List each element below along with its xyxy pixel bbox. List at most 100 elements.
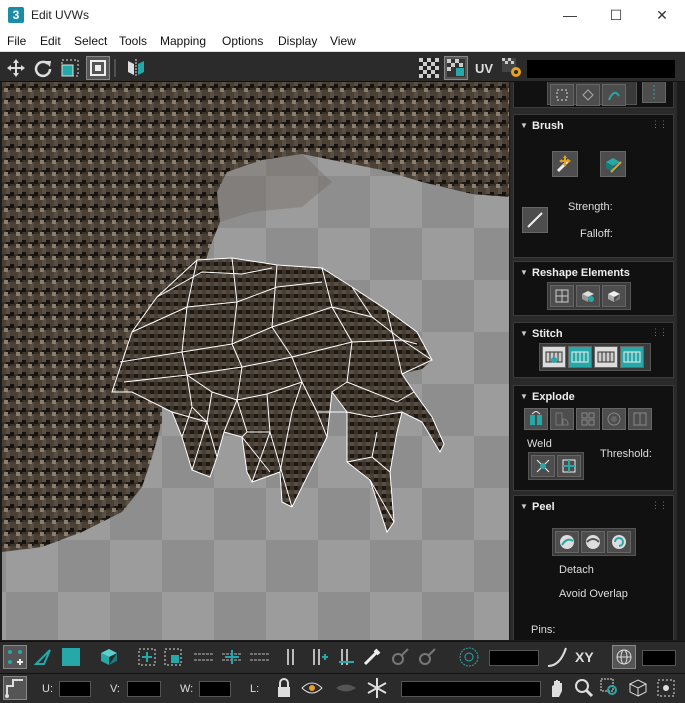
w-label: W: [180, 683, 194, 695]
minimize-button[interactable]: — [547, 0, 593, 30]
loop-grow-icon[interactable] [220, 645, 244, 669]
grip-icon[interactable]: ⋮⋮ [651, 500, 668, 511]
mirror-icon[interactable] [124, 56, 148, 80]
stitch-average-icon[interactable] [594, 346, 618, 368]
weld-all-icon[interactable] [557, 455, 581, 477]
loop-shrink-icon[interactable] [248, 645, 272, 669]
brush-line-icon[interactable] [522, 207, 548, 233]
rotate-icon[interactable] [31, 56, 55, 80]
scale-icon[interactable] [58, 56, 82, 80]
pan-icon[interactable] [545, 676, 569, 700]
zoom-icon[interactable] [572, 676, 596, 700]
edge-mode-icon[interactable] [31, 645, 55, 669]
vertical-dots-icon[interactable] [642, 82, 666, 103]
break-icon[interactable] [628, 408, 652, 430]
uv-viewport[interactable] [2, 82, 509, 640]
menu-tools[interactable]: Tools [119, 34, 147, 48]
u-label: U: [42, 683, 53, 695]
grip-icon[interactable]: ⋮⋮ [651, 327, 668, 338]
element-mode-icon[interactable] [97, 645, 121, 669]
ring-grow-icon[interactable] [306, 645, 330, 669]
stitch-custom-icon[interactable] [542, 346, 566, 368]
ring-icon[interactable] [278, 645, 302, 669]
polygon-mode-icon[interactable] [59, 645, 83, 669]
peel-button-group [552, 528, 636, 556]
explode-title: Explode [532, 391, 575, 403]
collapse-triangle-icon[interactable]: ▼ [520, 392, 528, 401]
loop-icon[interactable] [192, 645, 216, 669]
panel-scrollbar[interactable] [677, 82, 685, 640]
move-icon[interactable] [4, 56, 28, 80]
collapse-triangle-icon[interactable]: ▼ [520, 268, 528, 277]
checker-icon[interactable] [417, 56, 441, 80]
soft-selection-icon[interactable] [457, 645, 481, 669]
rollout-reshape: ▼ Reshape Elements [513, 261, 674, 316]
collapse-triangle-icon[interactable]: ▼ [520, 121, 528, 130]
quick-peel-icon[interactable] [555, 531, 579, 553]
straighten-icon[interactable] [550, 285, 574, 307]
vertex-mode-icon[interactable] [3, 645, 27, 669]
menu-options[interactable]: Options [222, 34, 263, 48]
settings-icon[interactable] [500, 56, 524, 80]
soft-selection-field[interactable] [489, 650, 539, 666]
select-icon[interactable] [550, 84, 574, 106]
shrink-selection-icon[interactable] [161, 645, 185, 669]
falloff-label: Falloff: [580, 228, 613, 240]
relax-icon[interactable] [576, 285, 600, 307]
freeform-icon[interactable] [86, 56, 110, 80]
peel-reset-icon[interactable] [607, 531, 631, 553]
xy-label[interactable]: XY [575, 649, 594, 665]
rollout-top-partial [513, 82, 674, 108]
collapse-triangle-icon[interactable]: ▼ [520, 329, 528, 338]
menu-view[interactable]: View [330, 34, 356, 48]
menu-select[interactable]: Select [74, 34, 107, 48]
explode-by-material-icon[interactable] [550, 408, 574, 430]
peel-mode-icon[interactable] [581, 531, 605, 553]
paint-select-grow-icon[interactable] [388, 645, 412, 669]
grip-icon[interactable]: ⋮⋮ [651, 119, 668, 130]
falloff-field[interactable] [642, 650, 676, 666]
freeze-icon[interactable] [365, 676, 389, 700]
u-field[interactable] [59, 681, 91, 697]
filter-field[interactable] [401, 681, 541, 697]
maximize-button[interactable]: ☐ [593, 0, 639, 30]
paint-select-icon[interactable] [360, 645, 384, 669]
v-field[interactable] [127, 681, 161, 697]
menu-file[interactable]: File [7, 34, 26, 48]
paint-move-icon[interactable] [552, 151, 578, 177]
lock-icon[interactable] [272, 676, 296, 700]
stitch-to-target-icon[interactable] [568, 346, 592, 368]
checker-map-icon[interactable] [444, 56, 468, 80]
paint-select-shrink-icon[interactable] [415, 645, 439, 669]
explode-by-smoothing-icon[interactable] [524, 408, 548, 430]
explode-to-grid-icon[interactable] [576, 408, 600, 430]
uv-label[interactable]: UV [472, 56, 496, 80]
flatten-icon[interactable] [602, 408, 626, 430]
weld-selected-icon[interactable] [531, 455, 555, 477]
ring-shrink-icon[interactable] [334, 645, 358, 669]
menu-display[interactable]: Display [278, 34, 317, 48]
pattern-icon[interactable] [576, 84, 600, 106]
hide-icon[interactable] [300, 676, 324, 700]
falloff-curve-icon[interactable] [545, 645, 569, 669]
falloff-space-icon[interactable] [612, 645, 636, 669]
close-button[interactable]: ✕ [639, 0, 685, 30]
zoom-selected-icon[interactable] [654, 676, 678, 700]
zoom-region-icon[interactable] [598, 676, 622, 700]
unfold-icon[interactable] [602, 285, 626, 307]
w-field[interactable] [199, 681, 231, 697]
paint-relax-icon[interactable] [600, 151, 626, 177]
menu-mapping[interactable]: Mapping [160, 34, 206, 48]
eye-icon[interactable] [334, 676, 358, 700]
toolbar-field[interactable] [527, 60, 675, 78]
stitch-to-source-icon[interactable] [620, 346, 644, 368]
uv-canvas[interactable] [2, 82, 509, 640]
grow-selection-icon[interactable] [135, 645, 159, 669]
zoom-extents-icon[interactable] [626, 676, 650, 700]
peel-title: Peel [532, 501, 555, 513]
transform-mode-icon[interactable] [3, 676, 27, 700]
collapse-triangle-icon[interactable]: ▼ [520, 502, 528, 511]
menu-edit[interactable]: Edit [40, 34, 61, 48]
arc-icon[interactable] [602, 84, 626, 106]
rollout-brush: ▼ Brush ⋮⋮ Strength: Falloff: [513, 114, 674, 258]
